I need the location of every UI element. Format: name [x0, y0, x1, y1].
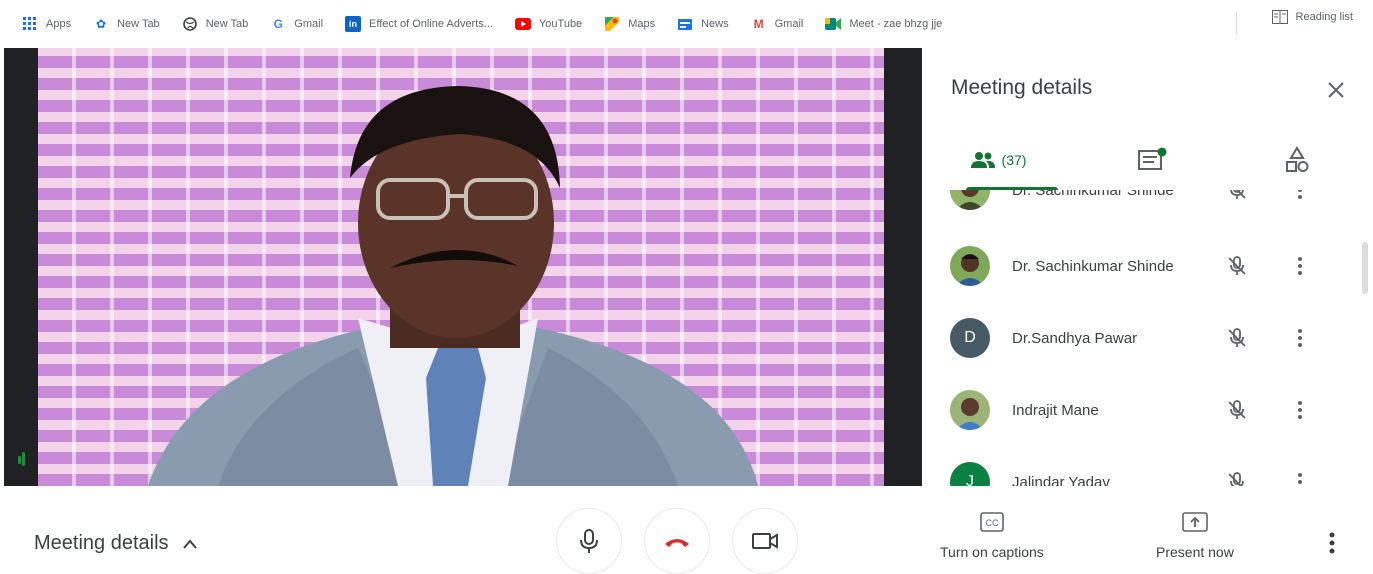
people-icon — [970, 151, 996, 169]
participant-list-scrollbar[interactable] — [1362, 242, 1368, 294]
google-g-icon: G — [273, 17, 283, 31]
meeting-details-toggle[interactable]: Meeting details — [34, 532, 197, 555]
reading-list-label: Reading list — [1295, 11, 1353, 23]
apps-grid-icon — [22, 16, 38, 32]
bookmark-label: Gmail — [774, 18, 804, 30]
bookmark-maps[interactable]: Maps — [604, 10, 655, 38]
settings-gear-icon: ✿ — [96, 17, 107, 31]
close-icon — [1328, 82, 1344, 98]
chat-icon — [1138, 147, 1167, 170]
close-panel-button[interactable] — [1322, 76, 1350, 104]
bookmark-label: New Tab — [117, 18, 160, 30]
leave-call-button[interactable] — [644, 508, 710, 574]
participant-name: Indrajit Mane — [1012, 401, 1099, 419]
participant-name: Dr.Sandhya Pawar — [1012, 329, 1138, 347]
more-options-icon[interactable] — [1294, 327, 1306, 349]
tab-chat[interactable] — [1122, 130, 1182, 190]
tab-activities[interactable] — [1267, 130, 1327, 190]
participant-row[interactable]: J Jalindar Yadav — [922, 446, 1359, 486]
bookmark-gmail-2[interactable]: M Gmail — [751, 10, 804, 38]
participant-row[interactable]: Dr. Sachinkumar Shinde — [922, 190, 1359, 226]
present-now-button[interactable]: Present now — [1156, 512, 1234, 560]
more-options-icon[interactable] — [1294, 399, 1306, 421]
mic-off-icon — [1226, 327, 1248, 349]
linkedin-icon: in — [345, 16, 362, 32]
participant-row[interactable]: Dr. Sachinkumar Shinde — [922, 230, 1359, 302]
microphone-icon — [580, 529, 598, 553]
bookmark-youtube[interactable]: YouTube — [514, 10, 583, 38]
bookmark-news[interactable]: News — [677, 10, 729, 38]
people-count: (37) — [1001, 152, 1027, 168]
maps-icon — [604, 16, 620, 32]
captions-button[interactable]: CC Turn on captions — [940, 512, 1044, 560]
bookmark-label: Maps — [628, 18, 656, 30]
hang-up-icon — [665, 539, 689, 547]
bookmark-new-tab[interactable]: ✿ New Tab — [93, 10, 160, 38]
bookmark-gmail[interactable]: G Gmail — [270, 10, 323, 38]
microphone-button[interactable] — [556, 508, 622, 574]
more-options-icon[interactable] — [1294, 255, 1306, 277]
tab-people[interactable]: (37) — [958, 130, 1058, 190]
mic-off-icon — [1226, 255, 1248, 277]
participant-name: Dr. Sachinkumar Shinde — [1012, 190, 1174, 199]
mic-off-icon — [1226, 190, 1248, 201]
participant-video — [38, 48, 884, 486]
captions-label: Turn on captions — [940, 544, 1044, 560]
svg-text:CC: CC — [985, 518, 998, 528]
bookmarks-bar: Apps ✿ New Tab New Tab G Gmail in Effect… — [0, 0, 1373, 48]
closed-captions-icon: CC — [980, 512, 1004, 532]
avatar — [950, 190, 990, 210]
avatar: D — [950, 318, 990, 358]
reading-list-icon — [1271, 10, 1288, 24]
more-options-icon[interactable] — [1294, 190, 1306, 201]
news-icon — [677, 16, 693, 32]
more-options-button[interactable] — [1322, 530, 1342, 556]
activities-shapes-icon — [1286, 146, 1309, 172]
kebab-menu-icon — [1329, 532, 1335, 554]
chevron-up-icon — [182, 538, 197, 549]
globe-icon — [182, 16, 198, 32]
present-screen-icon — [1182, 512, 1208, 532]
bookmark-label: New Tab — [205, 18, 249, 30]
mic-off-icon — [1226, 471, 1248, 486]
bookmark-article[interactable]: in Effect of Online Adverts... — [345, 10, 493, 38]
participant-name: Jalindar Yadav — [1012, 473, 1110, 487]
bookmark-label: YouTube — [538, 18, 583, 30]
participant-row[interactable]: D Dr.Sandhya Pawar — [922, 302, 1359, 374]
avatar: J — [950, 462, 990, 486]
panel-title: Meeting details — [951, 76, 1093, 99]
bookmark-new-tab-2[interactable]: New Tab — [182, 10, 249, 38]
meet-icon — [825, 16, 842, 32]
reading-list-button[interactable]: Reading list — [1271, 10, 1353, 24]
bookmark-meet[interactable]: Meet - zae bhzg jje — [825, 10, 942, 38]
participant-list: Dr. Sachinkumar Shinde Dr. Sachinkumar S… — [922, 190, 1359, 486]
audio-level-icon — [18, 450, 28, 468]
speaker-silhouette — [148, 86, 758, 486]
meeting-controls-bar: Meeting details CC Turn on captions Pres… — [0, 488, 1373, 574]
camera-button[interactable] — [732, 508, 798, 574]
mic-off-icon — [1226, 399, 1248, 421]
youtube-icon — [514, 16, 531, 32]
participant-row[interactable]: Indrajit Mane — [922, 374, 1359, 446]
video-stage — [4, 48, 922, 486]
video-camera-icon — [752, 533, 778, 549]
meeting-details-panel: Meeting details (37) Dr. Sachinkumar Shi… — [922, 48, 1373, 488]
avatar — [950, 246, 990, 286]
avatar-initial: J — [966, 473, 974, 486]
bookmark-label: Gmail — [294, 18, 324, 30]
meeting-details-label: Meeting details — [34, 532, 169, 554]
gmail-m-icon: M — [753, 17, 764, 31]
bookmarks-separator — [1236, 12, 1237, 34]
bookmark-apps[interactable]: Apps — [22, 10, 71, 38]
avatar-initial: D — [964, 329, 976, 346]
bookmark-label: Apps — [46, 18, 72, 30]
panel-tabs: (37) — [922, 130, 1373, 190]
more-options-icon[interactable] — [1294, 471, 1306, 486]
bookmark-label: Effect of Online Adverts... — [369, 18, 493, 30]
bookmark-label: News — [701, 18, 729, 30]
avatar — [950, 390, 990, 430]
present-now-label: Present now — [1156, 544, 1234, 560]
participant-name: Dr. Sachinkumar Shinde — [1012, 257, 1174, 275]
bookmark-label: Meet - zae bhzg jje — [849, 18, 943, 30]
